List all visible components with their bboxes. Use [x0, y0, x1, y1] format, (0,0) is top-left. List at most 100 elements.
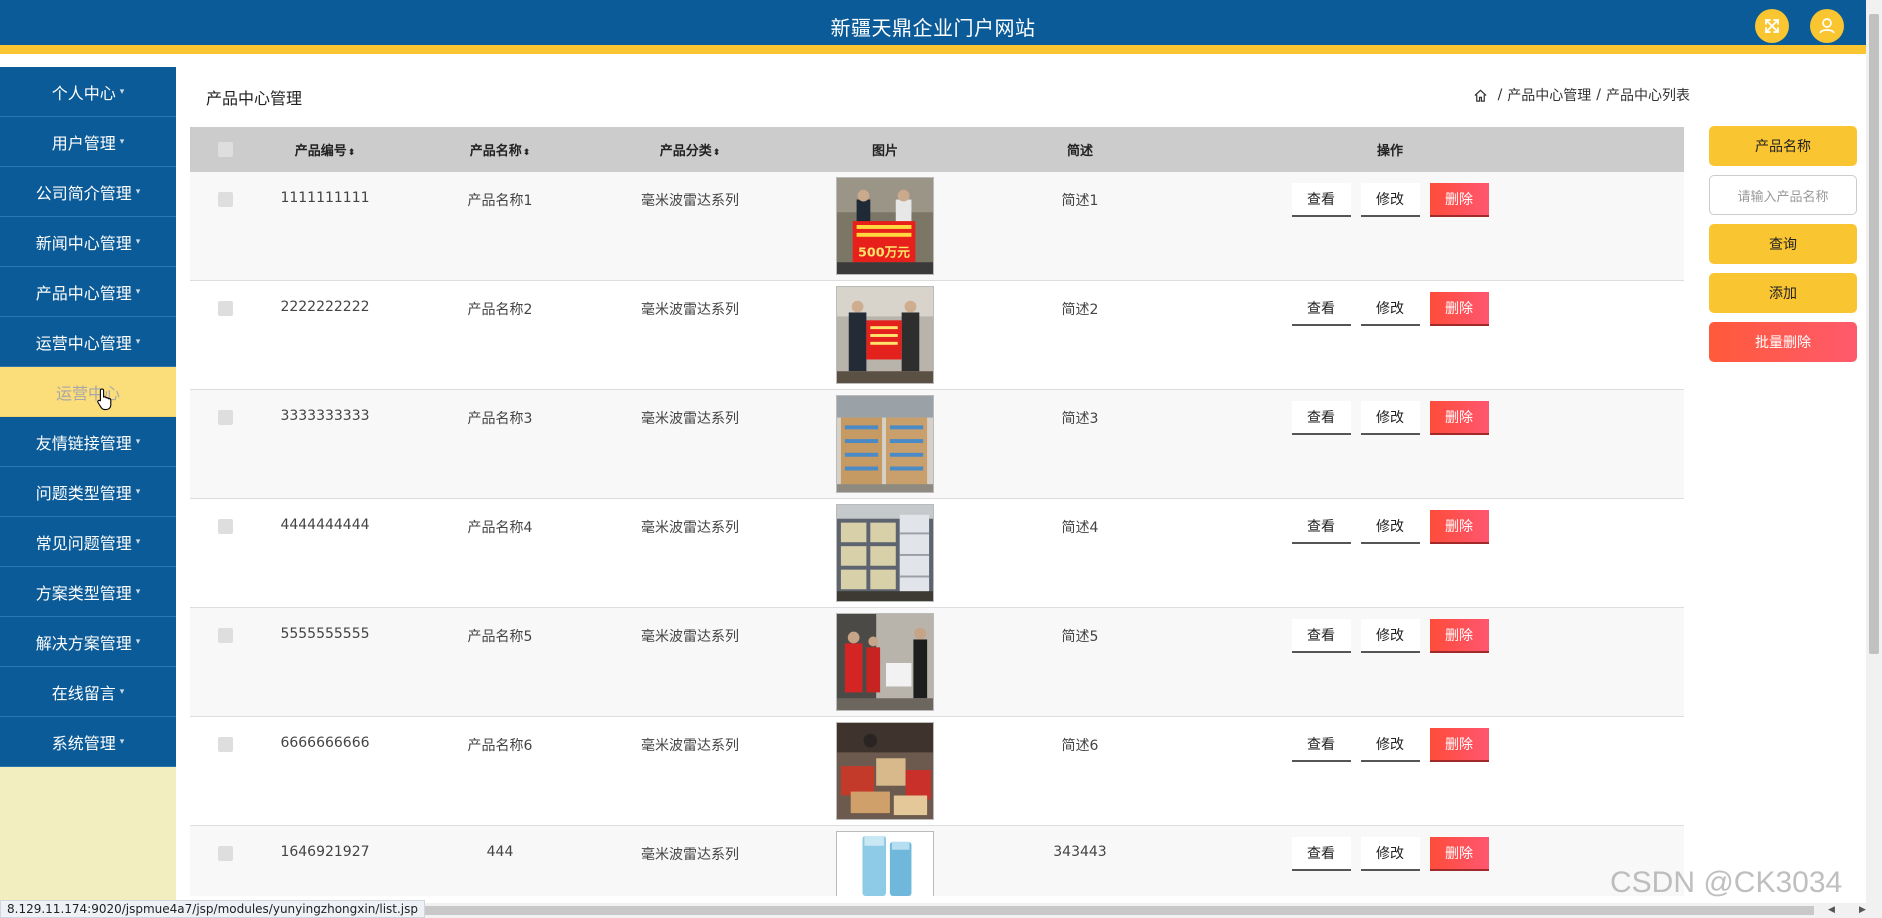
delete-button[interactable]: 删除 [1429, 401, 1489, 435]
batch-delete-button[interactable]: 批量删除 [1709, 322, 1857, 362]
chevron-down-icon: ▾ [135, 586, 141, 597]
delete-button[interactable]: 删除 [1429, 292, 1489, 326]
chevron-down-icon: ▾ [135, 186, 141, 197]
header-product-id[interactable]: 产品编号⬍ [260, 140, 390, 159]
delete-button[interactable]: 删除 [1429, 619, 1489, 653]
edit-button[interactable]: 修改 [1360, 183, 1420, 217]
cell-operations: 查看 修改 删除 [1160, 390, 1620, 435]
user-button[interactable] [1810, 9, 1844, 43]
view-button[interactable]: 查看 [1291, 510, 1351, 544]
status-url: 8.129.11.174:9020/jspmue4a7/jsp/modules/… [0, 900, 426, 918]
top-header: 新疆天鼎企业门户网站 [0, 0, 1866, 54]
cell-image [770, 826, 1000, 896]
delete-button[interactable]: 删除 [1429, 728, 1489, 762]
page-title: 产品中心管理 [206, 89, 303, 108]
sidebar-item-friendly-links[interactable]: 友情链接管理 ▾ [0, 417, 176, 467]
view-button[interactable]: 查看 [1291, 183, 1351, 217]
view-button[interactable]: 查看 [1291, 619, 1351, 653]
product-photo[interactable] [836, 286, 934, 384]
sidebar-item-user-management[interactable]: 用户管理 ▾ [0, 117, 176, 167]
sidebar-item-product-center[interactable]: 产品中心管理 ▾ [0, 267, 176, 317]
cell-product-category: 毫米波雷达系列 [641, 629, 739, 645]
product-photo[interactable] [836, 722, 934, 820]
scrollbar-thumb[interactable] [1869, 14, 1879, 654]
row-checkbox[interactable] [217, 628, 233, 643]
product-photo[interactable] [836, 831, 934, 896]
table-header: 产品编号⬍ 产品名称⬍ 产品分类⬍ 图片 简述 操作 [190, 127, 1684, 172]
sidebar-item-messages[interactable]: 在线留言 ▾ [0, 667, 176, 717]
vertical-scrollbar[interactable] [1866, 0, 1882, 903]
edit-button[interactable]: 修改 [1360, 401, 1420, 435]
row-checkbox[interactable] [217, 301, 233, 316]
header-product-category[interactable]: 产品分类⬍ [610, 140, 770, 159]
edit-button[interactable]: 修改 [1360, 728, 1420, 762]
delete-button[interactable]: 删除 [1429, 837, 1489, 871]
view-button[interactable]: 查看 [1291, 401, 1351, 435]
sidebar-item-label: 个人中心 [51, 83, 116, 103]
cell-product-id: 2222222222 [280, 299, 370, 315]
table-row: 4444444444 产品名称4 毫米波雷达系列 简述4 查看 修改 删除 [190, 499, 1684, 608]
view-button[interactable]: 查看 [1291, 837, 1351, 871]
chevron-down-icon: ▾ [135, 536, 141, 547]
cell-product-id: 6666666666 [280, 735, 370, 751]
edit-button[interactable]: 修改 [1360, 619, 1420, 653]
cell-product-category: 毫米波雷达系列 [641, 738, 739, 754]
add-button[interactable]: 添加 [1709, 273, 1857, 313]
sidebar-item-label: 新闻中心管理 [35, 233, 132, 253]
cell-description: 简述4 [1061, 520, 1099, 536]
sidebar-item-label: 友情链接管理 [35, 433, 132, 453]
product-photo[interactable]: 500万元 [836, 177, 934, 275]
select-all-checkbox[interactable] [217, 142, 233, 157]
sidebar-item-label: 常见问题管理 [35, 533, 132, 553]
sidebar-item-label: 问题类型管理 [35, 483, 132, 503]
sidebar-item-solutions[interactable]: 解决方案管理 ▾ [0, 617, 176, 667]
query-button[interactable]: 查询 [1709, 224, 1857, 264]
sidebar-item-faq[interactable]: 常见问题管理 ▾ [0, 517, 176, 567]
delete-button[interactable]: 删除 [1429, 510, 1489, 544]
breadcrumb-item-product-management[interactable]: 产品中心管理 [1507, 85, 1591, 105]
delete-button[interactable]: 删除 [1429, 183, 1489, 217]
sidebar-item-company-profile[interactable]: 公司简介管理 ▾ [0, 167, 176, 217]
main-content: 产品中心管理 / 产品中心管理 / 产品中心列表 产品编号⬍ 产品名称⬍ 产品分… [190, 67, 1690, 903]
view-button[interactable]: 查看 [1291, 728, 1351, 762]
sidebar-item-personal-center[interactable]: 个人中心 ▾ [0, 67, 176, 117]
table-row: 2222222222 产品名称2 毫米波雷达系列 简述2 查看 修改 删除 [190, 281, 1684, 390]
header-description: 简述 [1066, 144, 1093, 159]
cell-product-name: 产品名称2 [467, 302, 533, 318]
product-photo[interactable] [836, 613, 934, 711]
sidebar-item-label: 运营中心管理 [35, 333, 132, 353]
row-checkbox[interactable] [217, 846, 233, 861]
view-button[interactable]: 查看 [1291, 292, 1351, 326]
scroll-right-icon[interactable]: ▶ [1859, 905, 1866, 915]
row-checkbox[interactable] [217, 410, 233, 425]
cell-description: 简述5 [1061, 629, 1099, 645]
header-label: 产品编号 [294, 144, 347, 159]
cell-description: 343443 [1053, 844, 1107, 860]
field-label-product-name: 产品名称 [1709, 126, 1857, 166]
product-photo[interactable] [836, 504, 934, 602]
sidebar-item-solution-types[interactable]: 方案类型管理 ▾ [0, 567, 176, 617]
chevron-down-icon: ▾ [135, 436, 141, 447]
row-checkbox[interactable] [217, 192, 233, 207]
cell-product-name: 产品名称6 [467, 738, 533, 754]
product-photo[interactable] [836, 395, 934, 493]
row-checkbox[interactable] [217, 519, 233, 534]
edit-button[interactable]: 修改 [1360, 510, 1420, 544]
sidebar-item-news-center[interactable]: 新闻中心管理 ▾ [0, 217, 176, 267]
fullscreen-button[interactable] [1755, 9, 1789, 43]
cell-product-name: 产品名称3 [467, 411, 533, 427]
sidebar-subitem-operations-center[interactable]: 运营中心 [0, 367, 176, 417]
sidebar-item-question-types[interactable]: 问题类型管理 ▾ [0, 467, 176, 517]
sidebar-item-system[interactable]: 系统管理 ▾ [0, 717, 176, 767]
sidebar-item-operations-management[interactable]: 运营中心管理 ▾ [0, 317, 176, 367]
edit-button[interactable]: 修改 [1360, 292, 1420, 326]
row-checkbox[interactable] [217, 737, 233, 752]
scroll-left-icon[interactable]: ◀ [1828, 905, 1835, 915]
sidebar-item-label: 系统管理 [51, 733, 116, 753]
header-product-name[interactable]: 产品名称⬍ [390, 140, 610, 159]
search-input[interactable]: 请输入产品名称 [1709, 175, 1857, 215]
edit-button[interactable]: 修改 [1360, 837, 1420, 871]
cell-image [770, 390, 1000, 493]
home-icon[interactable] [1473, 88, 1488, 103]
table-row: 5555555555 产品名称5 毫米波雷达系列 简述5 查看 修改 删除 [190, 608, 1684, 717]
